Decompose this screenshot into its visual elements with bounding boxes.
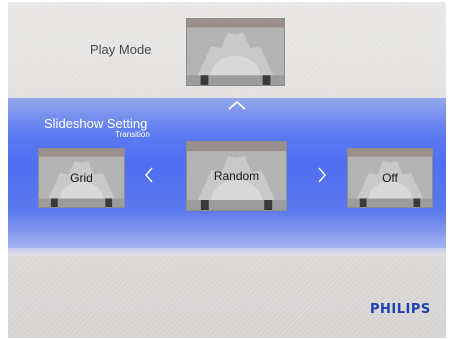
option-previous[interactable]: Grid — [38, 148, 125, 208]
photo-frame-screen: Play Mode Slideshow Setting Transition G… — [8, 2, 446, 338]
option-current[interactable]: Random — [186, 141, 287, 211]
gear-image — [187, 19, 284, 85]
panel-divider — [8, 248, 446, 256]
panel-title: Slideshow Setting — [44, 116, 148, 131]
chevron-right-icon[interactable] — [315, 164, 329, 186]
option-next-label: Off — [382, 171, 398, 185]
panel-subtitle: Transition — [115, 130, 150, 139]
play-mode-label: Play Mode — [90, 42, 152, 57]
option-previous-label: Grid — [70, 171, 93, 185]
philips-logo: PHILIPS — [370, 302, 431, 317]
chevron-left-icon[interactable] — [142, 164, 156, 186]
chevron-up-icon[interactable] — [227, 100, 247, 110]
option-current-label: Random — [213, 169, 260, 183]
play-mode-thumbnail[interactable] — [186, 18, 285, 86]
option-next[interactable]: Off — [347, 148, 433, 208]
